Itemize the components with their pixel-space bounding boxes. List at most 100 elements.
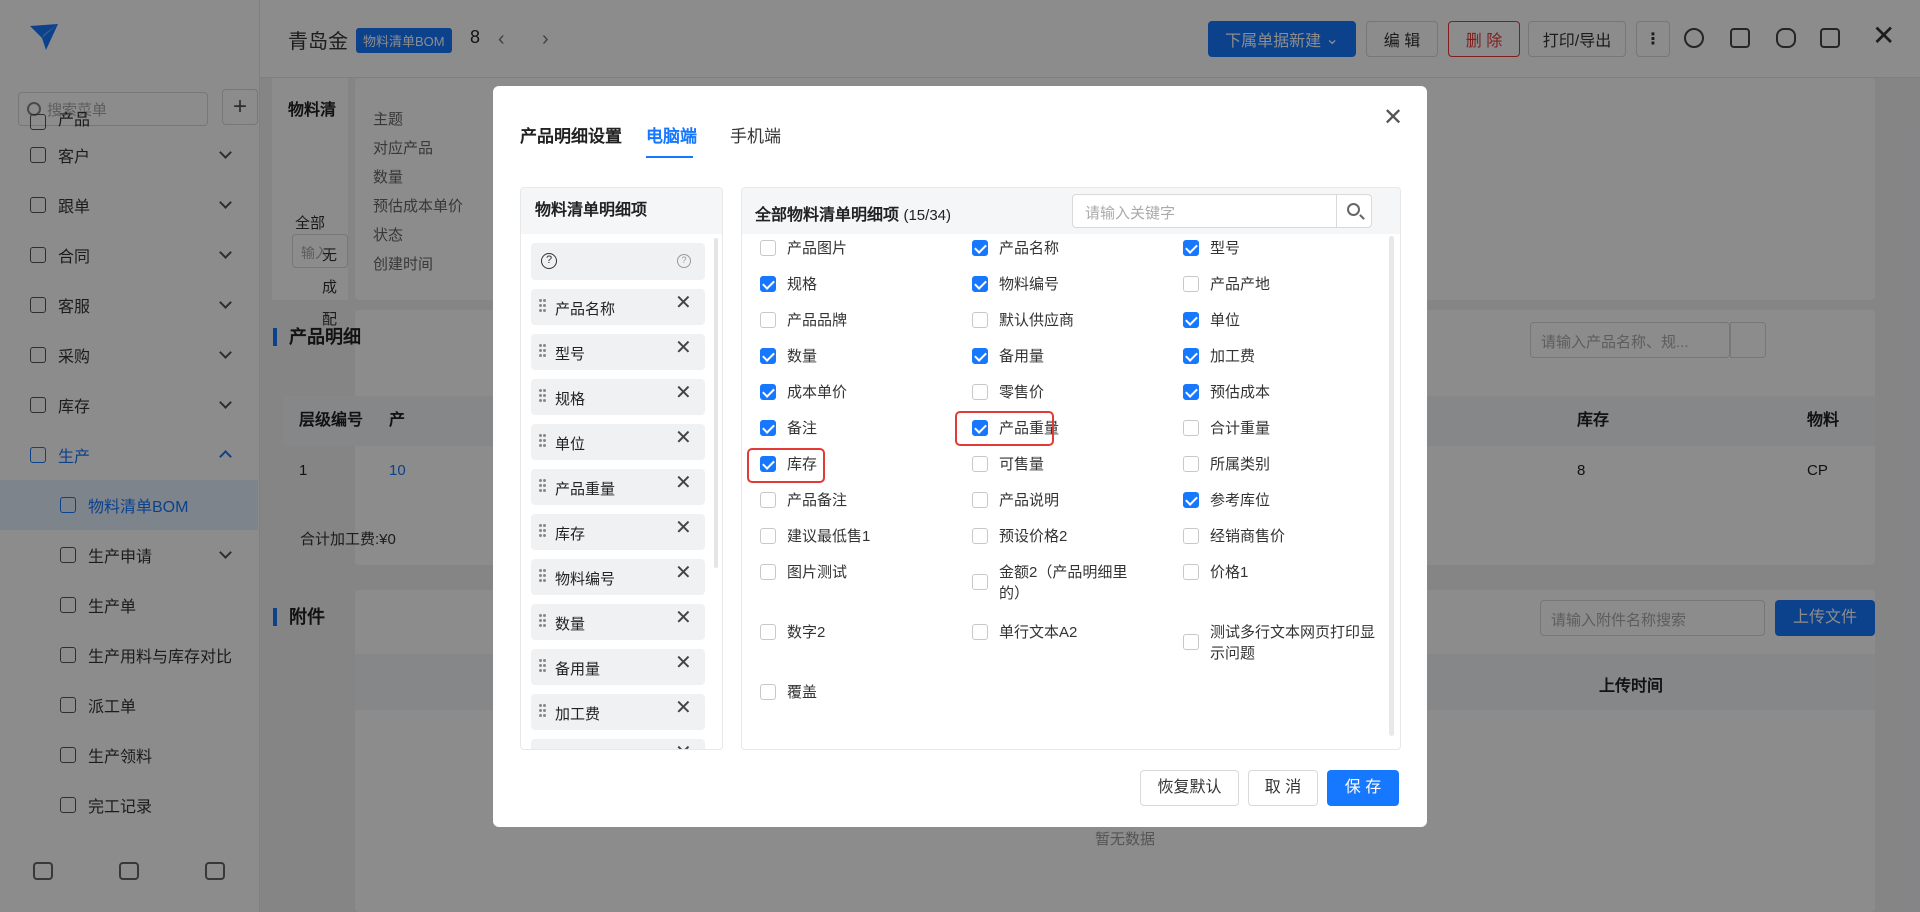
cancel-button[interactable]: 取 消 [1248, 770, 1318, 806]
checkbox[interactable] [760, 384, 776, 400]
field-option[interactable]: 零售价 [972, 382, 1149, 403]
remove-icon[interactable]: ✕ [675, 653, 692, 673]
checkbox[interactable] [760, 528, 776, 544]
field-option[interactable]: 默认供应商 [972, 310, 1149, 331]
field-option[interactable]: 数量 [760, 346, 937, 367]
field-option[interactable]: 产品名称 [972, 238, 1149, 259]
checkbox[interactable] [972, 276, 988, 292]
field-option[interactable]: 所属类别 [1183, 454, 1360, 475]
remove-icon[interactable]: ✕ [675, 608, 692, 628]
field-option[interactable]: 价格1 [1183, 562, 1360, 583]
field-option[interactable]: 测试多行文本网页打印显示问题 [1183, 622, 1378, 664]
checkbox[interactable] [1183, 348, 1199, 364]
tab-desktop[interactable]: 电脑端 [646, 122, 697, 147]
field-option[interactable]: 备注 [760, 418, 937, 439]
drag-handle-icon[interactable] [539, 614, 547, 628]
selected-item[interactable]: 加工费 ✕ [531, 694, 705, 730]
remove-icon[interactable]: ✕ [675, 293, 692, 313]
tab-mobile[interactable]: 手机端 [730, 122, 781, 147]
checkbox[interactable] [760, 420, 776, 436]
selected-item[interactable]: 物料编号 ✕ [531, 559, 705, 595]
help-icon[interactable]: ? [677, 254, 691, 268]
remove-icon[interactable]: ✕ [675, 563, 692, 583]
checkbox[interactable] [760, 240, 776, 256]
field-option[interactable]: 单位 [1183, 310, 1360, 331]
field-option[interactable]: 数字2 [760, 622, 937, 643]
checkbox[interactable] [1183, 384, 1199, 400]
remove-icon[interactable]: ✕ [675, 428, 692, 448]
checkbox[interactable] [1183, 240, 1199, 256]
checkbox[interactable] [972, 624, 988, 640]
checkbox[interactable] [760, 348, 776, 364]
field-option[interactable]: 参考库位 [1183, 490, 1360, 511]
field-option[interactable]: 合计重量 [1183, 418, 1360, 439]
field-option[interactable]: 产品备注 [760, 490, 937, 511]
selected-item[interactable]: 产品重量 ✕ [531, 469, 705, 505]
drag-handle-icon[interactable] [539, 749, 547, 750]
field-option[interactable]: 加工费 [1183, 346, 1360, 367]
remove-icon[interactable]: ✕ [675, 383, 692, 403]
field-option[interactable]: 型号 [1183, 238, 1360, 259]
save-button[interactable]: 保 存 [1327, 770, 1399, 806]
drag-handle-icon[interactable] [539, 704, 547, 718]
drag-handle-icon[interactable] [539, 299, 547, 313]
checkbox[interactable] [760, 276, 776, 292]
drag-handle-icon[interactable] [539, 434, 547, 448]
help-icon[interactable]: ? [541, 253, 557, 269]
checkbox[interactable] [1183, 528, 1199, 544]
remove-icon[interactable]: ✕ [675, 698, 692, 718]
checkbox[interactable] [1183, 312, 1199, 328]
remove-icon[interactable]: ✕ [675, 743, 692, 749]
drag-handle-icon[interactable] [539, 389, 547, 403]
scrollbar[interactable] [1389, 236, 1394, 736]
field-option[interactable]: 预估成本 [1183, 382, 1360, 403]
drag-handle-icon[interactable] [539, 524, 547, 538]
selected-item[interactable]: 成本单价 ✕ [531, 739, 705, 750]
checkbox[interactable] [972, 240, 988, 256]
field-option[interactable]: 备用量 [972, 346, 1149, 367]
field-option[interactable]: 规格 [760, 274, 937, 295]
field-option[interactable]: 覆盖 [760, 682, 937, 703]
checkbox[interactable] [972, 574, 988, 590]
checkbox[interactable] [1183, 564, 1199, 580]
remove-icon[interactable]: ✕ [675, 338, 692, 358]
checkbox[interactable] [972, 528, 988, 544]
field-option[interactable]: 建议最低售1 [760, 526, 937, 547]
field-option[interactable]: 单行文本A2 [972, 622, 1149, 643]
remove-icon[interactable]: ✕ [675, 473, 692, 493]
drag-handle-icon[interactable] [539, 344, 547, 358]
drag-handle-icon[interactable] [539, 569, 547, 583]
field-option[interactable]: 预设价格2 [972, 526, 1149, 547]
selected-item[interactable]: 数量 ✕ [531, 604, 705, 640]
scrollbar[interactable] [714, 238, 718, 568]
checkbox[interactable] [760, 684, 776, 700]
search-button[interactable] [1336, 194, 1372, 228]
field-option[interactable]: 图片测试 [760, 562, 937, 583]
field-option[interactable]: 产品品牌 [760, 310, 937, 331]
checkbox[interactable] [1183, 420, 1199, 436]
checkbox[interactable] [1183, 492, 1199, 508]
checkbox[interactable] [1183, 634, 1199, 650]
checkbox[interactable] [972, 384, 988, 400]
field-option[interactable]: 金额2（产品明细里的） [972, 562, 1149, 604]
selected-item[interactable]: 产品名称 ✕ [531, 289, 705, 325]
drag-handle-icon[interactable] [539, 479, 547, 493]
drag-handle-icon[interactable] [539, 659, 547, 673]
checkbox[interactable] [972, 492, 988, 508]
selected-item[interactable]: 规格 ✕ [531, 379, 705, 415]
field-option[interactable]: 经销商售价 [1183, 526, 1360, 547]
selected-item[interactable]: 备用量 ✕ [531, 649, 705, 685]
reset-default-button[interactable]: 恢复默认 [1140, 770, 1239, 806]
field-option[interactable]: 产品说明 [972, 490, 1149, 511]
selected-item[interactable]: 库存 ✕ [531, 514, 705, 550]
checkbox[interactable] [760, 492, 776, 508]
checkbox[interactable] [1183, 276, 1199, 292]
field-option[interactable]: 物料编号 [972, 274, 1149, 295]
close-icon[interactable]: ✕ [1383, 106, 1403, 130]
checkbox[interactable] [972, 348, 988, 364]
field-option[interactable]: 成本单价 [760, 382, 937, 403]
checkbox[interactable] [760, 564, 776, 580]
selected-item[interactable]: 单位 ✕ [531, 424, 705, 460]
remove-icon[interactable]: ✕ [675, 518, 692, 538]
field-option[interactable]: 产品图片 [760, 238, 937, 259]
